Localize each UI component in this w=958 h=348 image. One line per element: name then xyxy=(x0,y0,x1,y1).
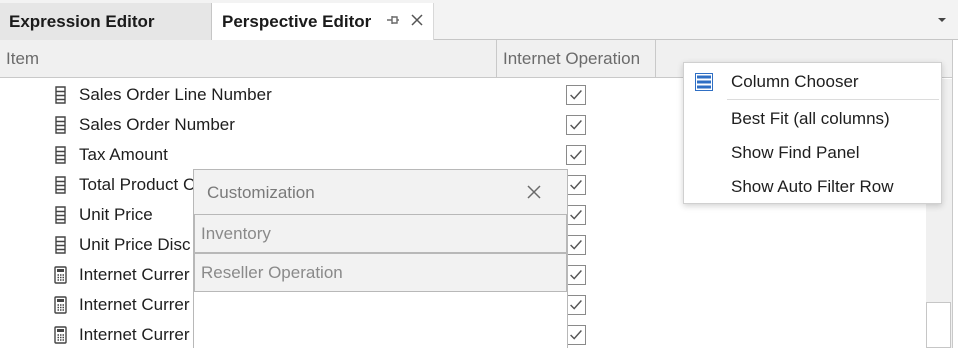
customization-window: Customization Inventory Reseller Operati… xyxy=(193,169,568,348)
menu-item-column-chooser[interactable]: Column Chooser xyxy=(731,72,859,92)
internet-operation-checkbox[interactable] xyxy=(566,145,586,165)
grid-right-border xyxy=(952,40,953,348)
row-label: Unit Price xyxy=(79,205,153,224)
checkmark-icon xyxy=(570,330,582,340)
internet-operation-checkbox[interactable] xyxy=(566,205,586,225)
document-tab-strip: Expression Editor Perspective Editor xyxy=(0,0,958,41)
column-header-internet-operation[interactable]: Internet Operation xyxy=(497,40,656,78)
customization-title: Customization xyxy=(207,183,315,202)
column-icon xyxy=(55,116,66,134)
internet-operation-checkbox[interactable] xyxy=(566,115,586,135)
column-header-item[interactable]: Item xyxy=(0,40,497,78)
row-label: Sales Order Number xyxy=(79,115,235,134)
tab-dropdown-icon[interactable] xyxy=(936,16,948,24)
column-icon xyxy=(55,236,66,254)
checkmark-icon xyxy=(570,270,582,280)
row-label: Internet Currer xyxy=(79,265,190,284)
checkmark-icon xyxy=(570,90,582,100)
column-chooser-icon xyxy=(695,73,713,91)
calculator-icon xyxy=(54,296,67,314)
checkmark-icon xyxy=(570,120,582,130)
column-icon xyxy=(55,176,66,194)
column-icon xyxy=(55,86,66,104)
tab-perspective-editor[interactable]: Perspective Editor xyxy=(212,3,434,41)
scrollbar-thumb[interactable] xyxy=(926,302,951,348)
row-label: Sales Order Line Number xyxy=(79,85,272,104)
customization-item-inventory[interactable]: Inventory xyxy=(194,214,567,253)
customization-item-reseller-operation[interactable]: Reseller Operation xyxy=(194,253,567,292)
row-label: Tax Amount xyxy=(79,145,168,164)
row-label: Total Product C xyxy=(79,175,196,194)
calculator-icon xyxy=(54,326,67,344)
column-context-menu: Column Chooser Best Fit (all columns) Sh… xyxy=(683,62,942,204)
checkmark-icon xyxy=(570,300,582,310)
calculator-icon xyxy=(54,266,67,284)
close-tab-icon[interactable] xyxy=(410,13,424,27)
menu-item-best-fit[interactable]: Best Fit (all columns) xyxy=(731,109,890,129)
row-label: Internet Currer xyxy=(79,295,190,314)
internet-operation-checkbox[interactable] xyxy=(566,295,586,315)
customization-header: Customization xyxy=(194,170,567,214)
checkmark-icon xyxy=(570,240,582,250)
column-icon xyxy=(55,146,66,164)
row-label: Internet Currer xyxy=(79,325,190,344)
close-icon[interactable] xyxy=(526,184,542,200)
menu-item-show-find-panel[interactable]: Show Find Panel xyxy=(731,143,860,163)
internet-operation-checkbox[interactable] xyxy=(566,85,586,105)
row-label: Unit Price Disc xyxy=(79,235,191,254)
checkmark-icon xyxy=(570,150,582,160)
menu-item-show-auto-filter-row[interactable]: Show Auto Filter Row xyxy=(731,177,894,197)
tab-expression-editor[interactable]: Expression Editor xyxy=(0,3,212,40)
internet-operation-checkbox[interactable] xyxy=(566,175,586,195)
internet-operation-checkbox[interactable] xyxy=(566,265,586,285)
checkmark-icon xyxy=(570,210,582,220)
pin-icon[interactable] xyxy=(386,13,400,27)
internet-operation-checkbox[interactable] xyxy=(566,325,586,345)
column-icon xyxy=(55,206,66,224)
internet-operation-checkbox[interactable] xyxy=(566,235,586,255)
checkmark-icon xyxy=(570,180,582,190)
menu-separator xyxy=(727,99,939,100)
